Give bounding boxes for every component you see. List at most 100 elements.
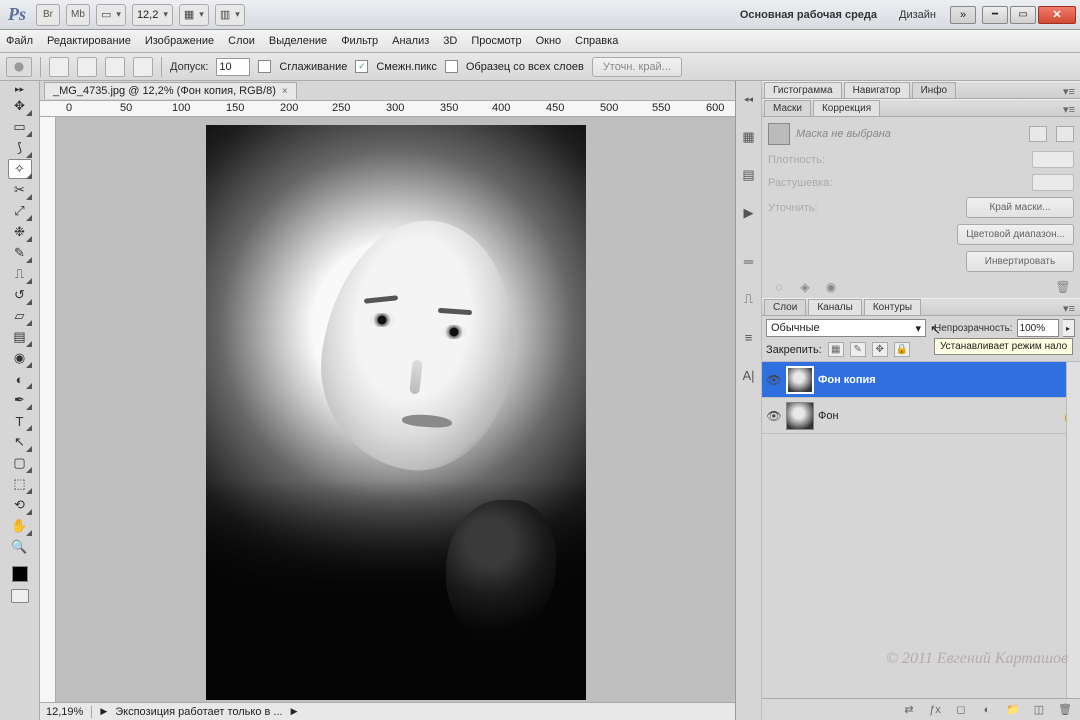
menu-3d[interactable]: 3D [443, 35, 457, 47]
selection-add-icon[interactable] [77, 57, 97, 77]
eyedropper-tool-icon[interactable]: ⤢ [8, 201, 32, 221]
brush-tool-icon[interactable]: ✎ [8, 243, 32, 263]
vector-mask-icon[interactable] [1056, 126, 1074, 142]
dock-styles-icon[interactable]: ▤ [739, 165, 759, 185]
adjustment-layer-icon[interactable]: ◐ [978, 702, 996, 718]
tab-paths[interactable]: Контуры [864, 299, 921, 315]
current-tool-icon[interactable] [6, 57, 32, 77]
layer-name[interactable]: Фон копия [818, 374, 876, 386]
menu-image[interactable]: Изображение [145, 35, 214, 47]
menu-select[interactable]: Выделение [269, 35, 327, 47]
close-tab-icon[interactable]: × [282, 86, 288, 97]
layer-row[interactable]: 👁 Фон копия [762, 362, 1080, 398]
zoom-tool-icon[interactable]: 🔍 [8, 537, 32, 557]
invert-button[interactable]: Инвертировать [966, 251, 1074, 272]
window-close-icon[interactable]: ✕ [1038, 6, 1076, 24]
visibility-icon[interactable]: 👁 [766, 372, 782, 388]
group-icon[interactable]: 📁 [1004, 702, 1022, 718]
history-brush-tool-icon[interactable]: ↺ [8, 285, 32, 305]
healing-tool-icon[interactable]: ❉ [8, 222, 32, 242]
shape-tool-icon[interactable]: ▢ [8, 453, 32, 473]
expand-toolbox-icon[interactable]: ▸▸ [8, 83, 32, 95]
dodge-tool-icon[interactable]: ◐ [8, 369, 32, 389]
type-tool-icon[interactable]: T [8, 411, 32, 431]
panel-menu-icon[interactable]: ▾≡ [1058, 302, 1080, 315]
menu-window[interactable]: Окно [536, 35, 562, 47]
selection-subtract-icon[interactable] [105, 57, 125, 77]
screen-mode-dropdown[interactable]: ▭ [96, 4, 126, 26]
hand-tool-icon[interactable]: ✋ [8, 516, 32, 536]
lock-position-icon[interactable]: ✥ [872, 342, 888, 357]
pen-tool-icon[interactable]: ✒ [8, 390, 32, 410]
opacity-value[interactable]: 100% [1017, 319, 1059, 337]
workspace-main[interactable]: Основная рабочая среда [732, 9, 885, 21]
dock-history-icon[interactable]: ≡ [739, 327, 759, 347]
sample-all-checkbox[interactable] [445, 60, 458, 73]
visibility-icon[interactable]: 👁 [766, 408, 782, 424]
lock-transparent-icon[interactable]: ▦ [828, 342, 844, 357]
tab-navigator[interactable]: Навигатор [844, 82, 910, 98]
layer-style-icon[interactable]: ƒx [926, 702, 944, 718]
layer-row[interactable]: 👁 Фон 🔒 [762, 398, 1080, 434]
quickmask-icon[interactable] [11, 589, 29, 603]
canvas[interactable] [56, 117, 735, 702]
tolerance-input[interactable] [216, 58, 250, 76]
path-select-tool-icon[interactable]: ↖ [8, 432, 32, 452]
selection-intersect-icon[interactable] [133, 57, 153, 77]
panel-menu-icon[interactable]: ▾≡ [1058, 85, 1080, 98]
crop-tool-icon[interactable]: ✂ [8, 180, 32, 200]
marquee-tool-icon[interactable]: ▭ [8, 117, 32, 137]
delete-layer-icon[interactable]: 🗑 [1056, 702, 1074, 718]
lock-all-icon[interactable]: 🔒 [894, 342, 910, 357]
dock-swatches-icon[interactable]: ▦ [739, 127, 759, 147]
menu-edit[interactable]: Редактирование [47, 35, 131, 47]
new-layer-icon[interactable]: ◫ [1030, 702, 1048, 718]
refine-edge-button[interactable]: Уточн. край... [592, 57, 682, 77]
menu-layer[interactable]: Слои [228, 35, 255, 47]
dock-clone-icon[interactable]: ⎍ [739, 289, 759, 309]
mask-edge-button[interactable]: Край маски... [966, 197, 1074, 218]
window-maximize-icon[interactable]: ▭ [1010, 6, 1036, 24]
pixel-mask-icon[interactable] [1029, 126, 1047, 142]
blend-mode-dropdown[interactable]: Обычные▾ [766, 319, 926, 337]
menu-analysis[interactable]: Анализ [392, 35, 429, 47]
status-zoom[interactable]: 12,19% [46, 706, 83, 718]
disable-mask-icon[interactable]: ◉ [822, 280, 840, 294]
blur-tool-icon[interactable]: ◉ [8, 348, 32, 368]
tab-adjustments[interactable]: Коррекция [813, 100, 880, 116]
layer-name[interactable]: Фон [818, 410, 839, 422]
extras-dropdown[interactable]: ▥ [215, 4, 245, 26]
foreground-swatch[interactable] [12, 566, 28, 582]
arrange-docs-dropdown[interactable]: ▦ [179, 4, 209, 26]
link-layers-icon[interactable]: ⇄ [900, 702, 918, 718]
document-tab[interactable]: _MG_4735.jpg @ 12,2% (Фон копия, RGB/8) … [44, 82, 297, 99]
dock-actions-icon[interactable]: ▶ [739, 203, 759, 223]
stamp-tool-icon[interactable]: ⎍ [8, 264, 32, 284]
load-selection-icon[interactable]: ◌ [770, 280, 788, 294]
lasso-tool-icon[interactable]: ⟆ [8, 138, 32, 158]
delete-mask-icon[interactable]: 🗑 [1054, 280, 1072, 294]
tab-masks[interactable]: Маски [764, 100, 811, 116]
contiguous-checkbox[interactable]: ✓ [355, 60, 368, 73]
3d-camera-tool-icon[interactable]: ⟲ [8, 495, 32, 515]
dock-collapse-icon[interactable]: ◂◂ [739, 89, 759, 109]
selection-new-icon[interactable] [49, 57, 69, 77]
workspace-expand-icon[interactable]: » [950, 6, 976, 24]
menu-filter[interactable]: Фильтр [341, 35, 378, 47]
3d-tool-icon[interactable]: ⬚ [8, 474, 32, 494]
density-value[interactable] [1032, 151, 1074, 168]
menu-help[interactable]: Справка [575, 35, 618, 47]
opacity-arrow-icon[interactable]: ▸ [1063, 319, 1075, 337]
gradient-tool-icon[interactable]: ▤ [8, 327, 32, 347]
apply-mask-icon[interactable]: ◈ [796, 280, 814, 294]
layer-mask-icon[interactable]: ◻ [952, 702, 970, 718]
eraser-tool-icon[interactable]: ▱ [8, 306, 32, 326]
workspace-design[interactable]: Дизайн [891, 9, 944, 21]
color-range-button[interactable]: Цветовой диапазон... [957, 224, 1074, 245]
status-doc-icon[interactable]: ▶ [100, 706, 107, 717]
tab-info[interactable]: Инфо [912, 82, 957, 98]
tab-layers[interactable]: Слои [764, 299, 806, 315]
status-arrow-icon[interactable]: ▶ [291, 706, 298, 717]
zoom-level-dropdown[interactable]: 12,2 [132, 4, 173, 26]
feather-value[interactable] [1032, 174, 1074, 191]
